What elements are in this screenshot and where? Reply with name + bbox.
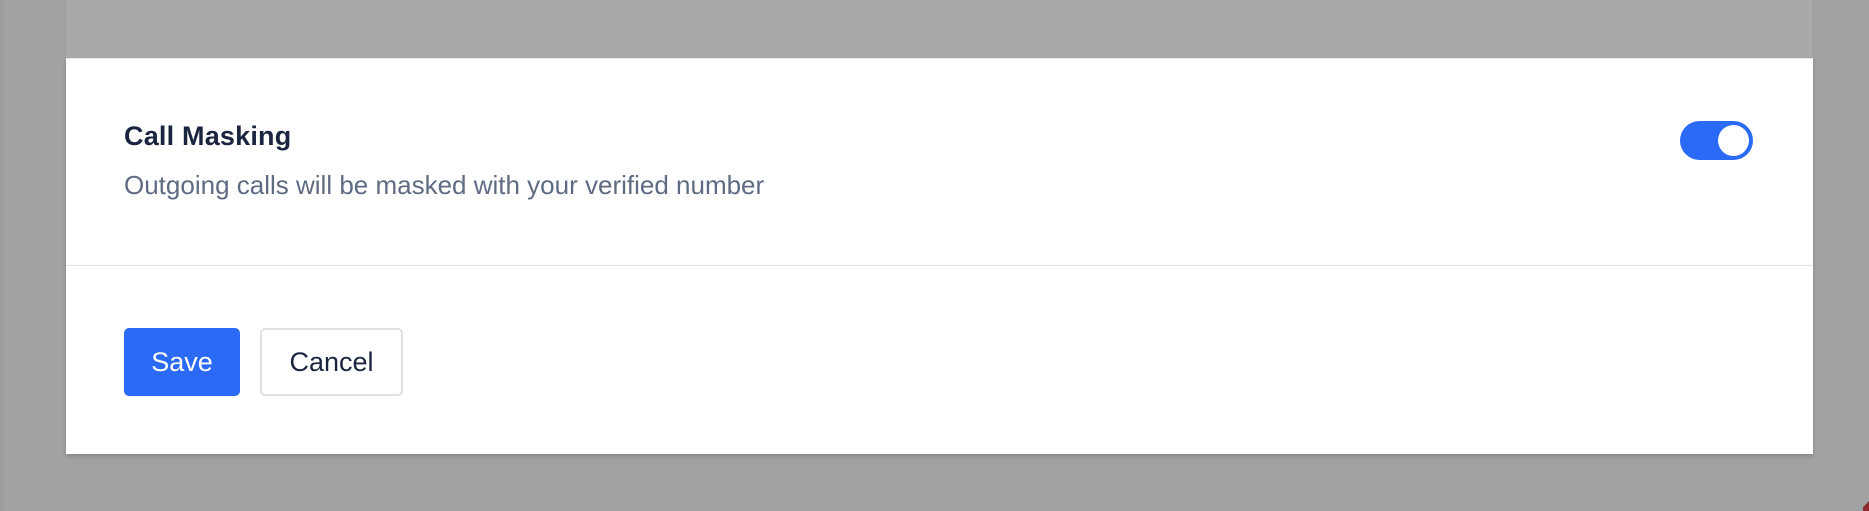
toggle-knob bbox=[1718, 125, 1749, 156]
setting-description: Outgoing calls will be masked with your … bbox=[124, 170, 765, 200]
call-masking-setting-row: Call Masking Outgoing calls will be mask… bbox=[66, 59, 1813, 266]
call-masking-dialog: Call Masking Outgoing calls will be mask… bbox=[66, 58, 1813, 454]
cancel-button[interactable]: Cancel bbox=[260, 328, 403, 396]
overlay-left-edge bbox=[0, 0, 4, 511]
call-masking-toggle[interactable] bbox=[1680, 121, 1753, 160]
corner-decoration bbox=[1863, 497, 1869, 511]
setting-title: Call Masking bbox=[124, 121, 292, 151]
dimmed-page-panel bbox=[65, 0, 1813, 58]
save-button[interactable]: Save bbox=[124, 328, 240, 396]
